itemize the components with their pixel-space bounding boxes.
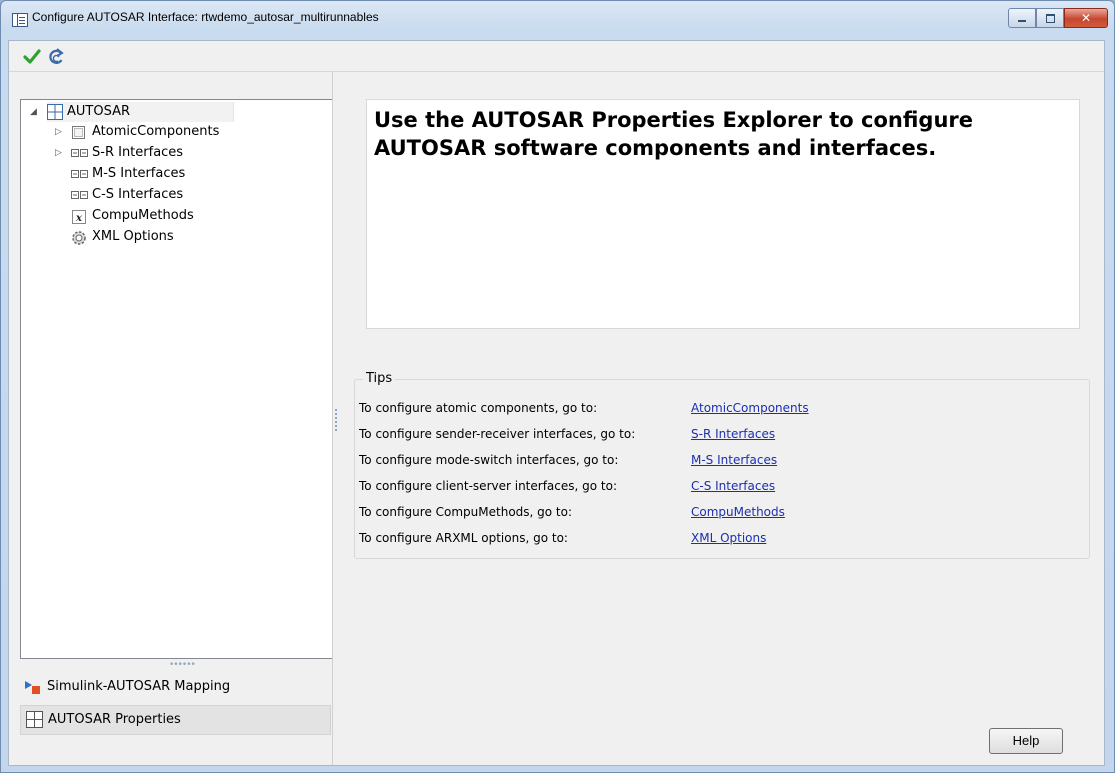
tip-text: To configure ARXML options, go to: (359, 531, 568, 545)
window-controls: ✕ (1008, 8, 1108, 28)
interface-icon (71, 191, 88, 199)
help-button[interactable]: Help (989, 728, 1063, 754)
toolbar (9, 41, 1104, 71)
title-bar[interactable]: Configure AUTOSAR Interface: rtwdemo_aut… (1, 1, 1114, 35)
tree-node-compumethods[interactable]: x CompuMethods (55, 206, 315, 226)
tip-text: To configure mode-switch interfaces, go … (359, 453, 619, 467)
interface-icon (71, 149, 88, 157)
tree-node-autosar[interactable]: ◢ AUTOSAR (30, 102, 234, 122)
refresh-button[interactable] (46, 47, 66, 67)
tip-text: To configure CompuMethods, go to: (359, 505, 573, 519)
tip-link-compumethods[interactable]: CompuMethods (691, 501, 785, 523)
expand-arrow-icon[interactable]: ▷ (55, 143, 62, 163)
tip-link-atomic-components[interactable]: AtomicComponents (691, 397, 809, 419)
tip-link-sr-interfaces[interactable]: S-R Interfaces (691, 423, 775, 445)
apply-button[interactable] (22, 47, 42, 67)
tree-node-label: CompuMethods (92, 208, 194, 223)
dialog-content: ◢ AUTOSAR ▷ AtomicComponents ▷ S-R Inter… (8, 40, 1105, 766)
refresh-icon (49, 48, 64, 64)
svg-text:x: x (75, 213, 83, 224)
properties-main-panel: Use the AUTOSAR Properties Explorer to c… (342, 71, 1104, 765)
tree-node-label: AtomicComponents (92, 124, 220, 139)
tree-node-label: M-S Interfaces (92, 166, 186, 181)
tip-text: To configure client-server interfaces, g… (359, 479, 617, 493)
tree-panel[interactable]: ◢ AUTOSAR ▷ AtomicComponents ▷ S-R Inter… (20, 99, 333, 659)
tips-group: Tips To configure atomic components, go … (354, 371, 1090, 559)
tip-text: To configure atomic components, go to: (359, 401, 598, 415)
tree-node-label: S-R Interfaces (92, 145, 184, 160)
mapping-icon (25, 681, 40, 694)
tip-link-cs-interfaces[interactable]: C-S Interfaces (691, 475, 775, 497)
tree-node-sr-interfaces[interactable]: ▷ S-R Interfaces (55, 143, 315, 163)
tip-text: To configure sender-receiver interfaces,… (359, 427, 636, 441)
nav-simulink-autosar-mapping[interactable]: Simulink-AUTOSAR Mapping (20, 673, 331, 701)
panel-divider (332, 71, 333, 765)
nav-autosar-properties[interactable]: AUTOSAR Properties (20, 705, 331, 735)
minimize-icon (1018, 20, 1026, 22)
close-icon: ✕ (1080, 11, 1092, 25)
tree-node-xml-options[interactable]: XML Options (55, 227, 315, 247)
autosar-grid-icon (26, 711, 43, 728)
checkmark-icon (23, 49, 41, 64)
interface-icon (71, 170, 88, 178)
gear-icon (72, 231, 86, 245)
vertical-splitter-grip[interactable] (335, 409, 338, 433)
intro-heading: Use the AUTOSAR Properties Explorer to c… (374, 108, 974, 160)
component-icon (72, 126, 85, 139)
function-icon: x (72, 210, 86, 224)
tree-node-ms-interfaces[interactable]: M-S Interfaces (55, 164, 315, 184)
tips-title: Tips (363, 371, 396, 386)
tree-node-label: AUTOSAR (67, 104, 131, 119)
tree-node-atomic-components[interactable]: ▷ AtomicComponents (55, 122, 315, 142)
tip-link-ms-interfaces[interactable]: M-S Interfaces (691, 449, 777, 471)
collapse-arrow-icon[interactable]: ◢ (30, 102, 37, 122)
window-app-icon (12, 13, 28, 27)
nav-mapping-label: Simulink-AUTOSAR Mapping (47, 679, 231, 694)
maximize-button[interactable] (1036, 8, 1064, 28)
autosar-grid-icon (47, 104, 63, 120)
tree-node-label: C-S Interfaces (92, 187, 184, 202)
tip-link-xml-options[interactable]: XML Options (691, 527, 766, 549)
expand-arrow-icon[interactable]: ▷ (55, 122, 62, 142)
window-title: Configure AUTOSAR Interface: rtwdemo_aut… (32, 10, 379, 24)
tree-node-cs-interfaces[interactable]: C-S Interfaces (55, 185, 315, 205)
nav-properties-label: AUTOSAR Properties (48, 712, 181, 727)
app-window: Configure AUTOSAR Interface: rtwdemo_aut… (0, 0, 1115, 773)
maximize-icon (1046, 14, 1055, 23)
minimize-button[interactable] (1008, 8, 1036, 28)
tree-node-label: XML Options (92, 229, 174, 244)
close-button[interactable]: ✕ (1064, 8, 1108, 28)
horizontal-splitter-grip[interactable]: •••••• (169, 660, 196, 670)
intro-box: Use the AUTOSAR Properties Explorer to c… (366, 99, 1080, 329)
